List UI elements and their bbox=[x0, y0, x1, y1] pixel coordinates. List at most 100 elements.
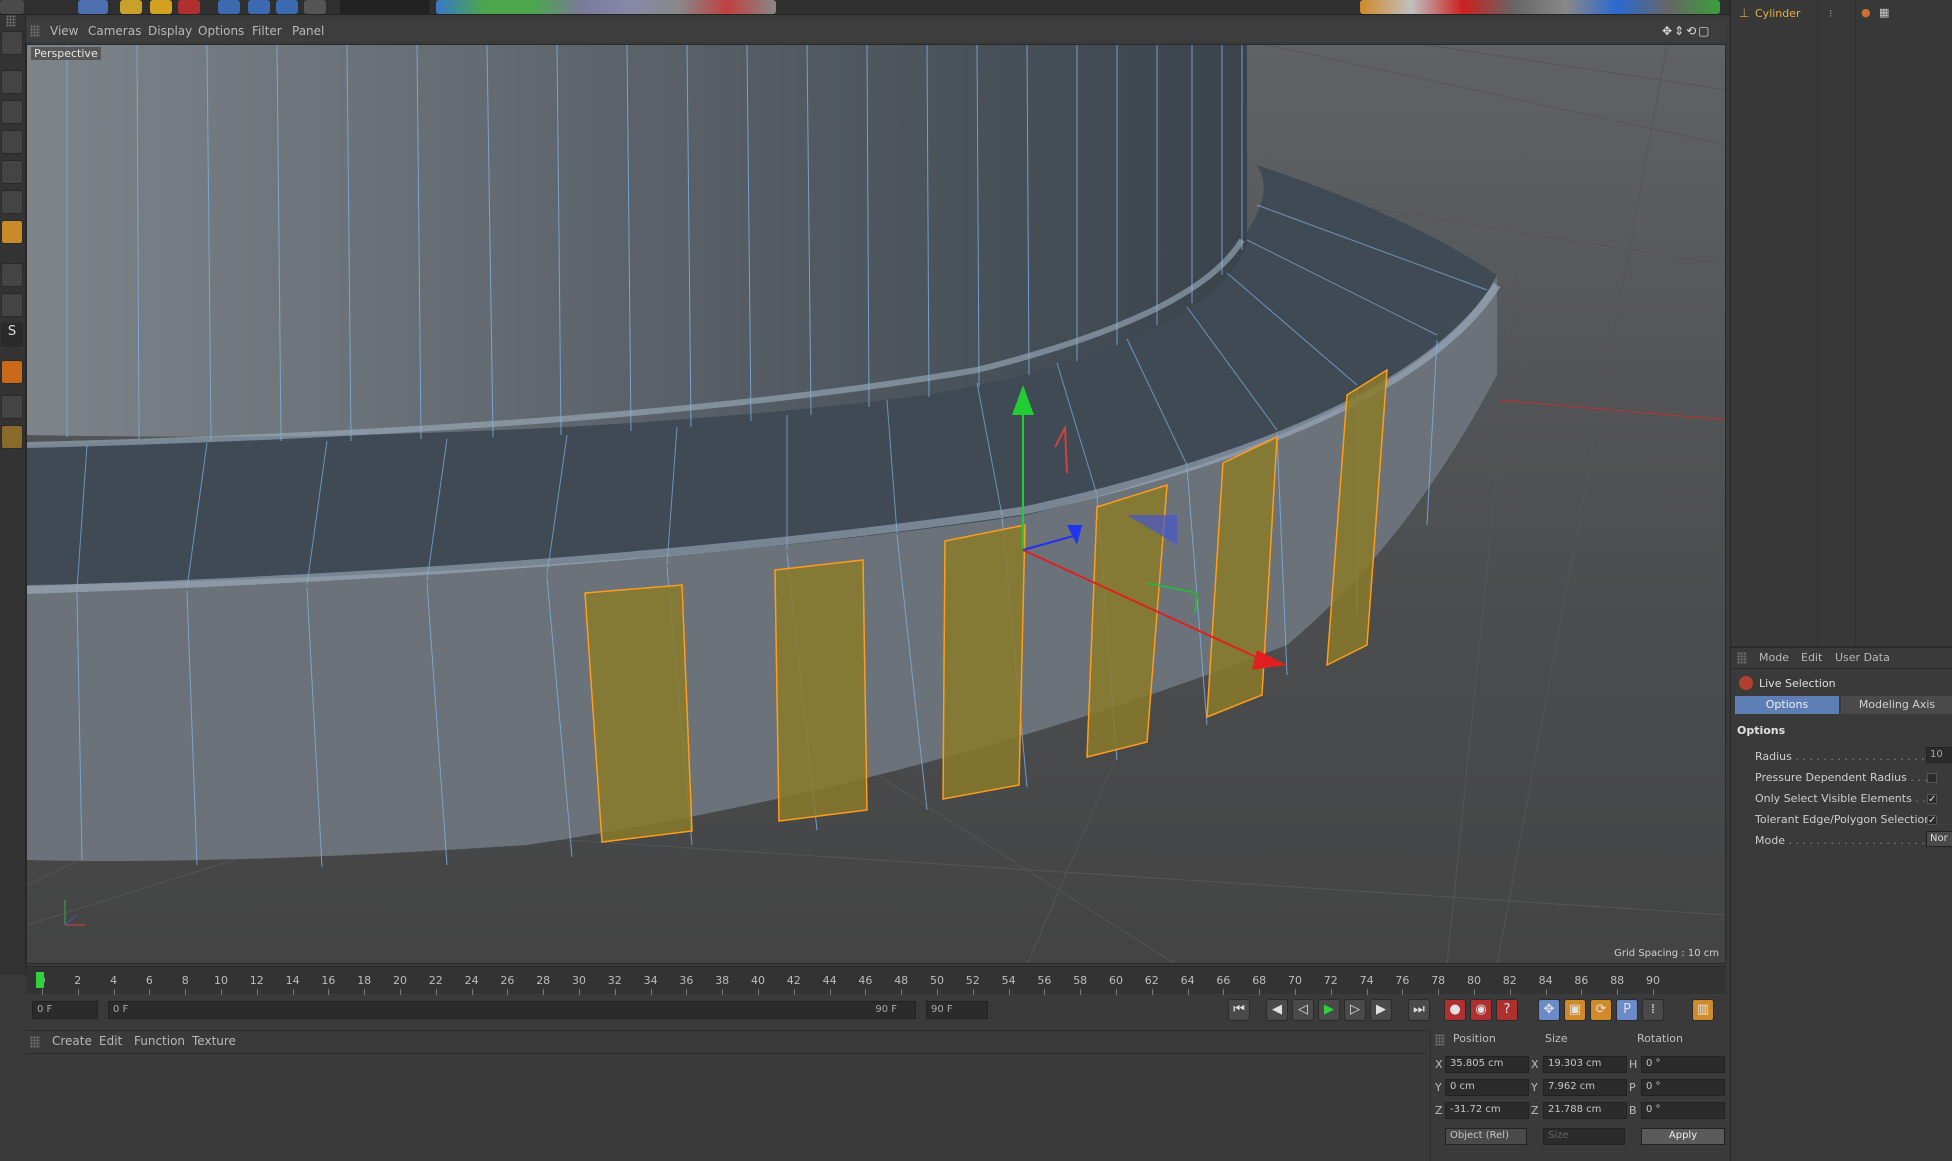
position-y-field[interactable]: 0 cm bbox=[1445, 1079, 1529, 1096]
key-scale-button[interactable]: ▣ bbox=[1564, 999, 1586, 1021]
timeline-tick bbox=[937, 989, 938, 995]
size-mode-select[interactable]: Size bbox=[1543, 1128, 1625, 1145]
menu-view[interactable]: View bbox=[50, 24, 78, 38]
record-button[interactable]: ● bbox=[1444, 999, 1466, 1021]
tab-modeling-axis[interactable]: Modeling Axis bbox=[1841, 696, 1952, 714]
viewport[interactable]: Perspective Grid Spacing : 10 cm bbox=[26, 44, 1726, 964]
edges-mode-icon[interactable] bbox=[1, 190, 23, 214]
next-key-button[interactable]: ▶ bbox=[1370, 999, 1392, 1021]
x-axis-handle[interactable] bbox=[1252, 650, 1287, 670]
autokey-button[interactable]: ◉ bbox=[1470, 999, 1492, 1021]
texture-mode-icon[interactable] bbox=[1, 100, 23, 124]
menu-create[interactable]: Create bbox=[52, 1034, 92, 1048]
size-y-field[interactable]: 7.962 cm bbox=[1543, 1079, 1627, 1096]
current-frame-field[interactable]: 0 F bbox=[32, 1001, 98, 1019]
tolerant-selection-checkbox[interactable]: ✓ bbox=[1927, 815, 1937, 826]
mode-toolbar-icons[interactable] bbox=[1360, 0, 1720, 14]
rotate-tool-icon[interactable] bbox=[150, 0, 172, 14]
visible-elements-checkbox[interactable]: ✓ bbox=[1927, 794, 1937, 805]
menu-edit-attr[interactable]: Edit bbox=[1801, 651, 1822, 664]
timeline-tick bbox=[1223, 989, 1225, 995]
viewport-nav-icons[interactable]: ✥⇕⟲▢ bbox=[1662, 24, 1712, 38]
magnet-icon[interactable] bbox=[1, 360, 23, 384]
goto-start-button[interactable]: ⏮ bbox=[1228, 999, 1250, 1021]
timeline-tick-label: 42 bbox=[786, 974, 801, 987]
menu-options[interactable]: Options bbox=[198, 24, 244, 38]
menu-user-data[interactable]: User Data bbox=[1835, 651, 1890, 664]
y-axis-lock-icon[interactable] bbox=[248, 0, 270, 14]
planar-workplane-icon[interactable] bbox=[1, 425, 23, 449]
prev-frame-button[interactable]: ◁ bbox=[1292, 999, 1314, 1021]
prev-key-button[interactable]: ◀ bbox=[1266, 999, 1288, 1021]
undo-icon[interactable] bbox=[0, 0, 24, 14]
x-axis-lock-icon[interactable] bbox=[218, 0, 240, 14]
material-tag-icon[interactable]: ▦ bbox=[1879, 6, 1889, 19]
menu-filter[interactable]: Filter bbox=[252, 24, 282, 38]
keyframe-selection-button[interactable]: ? bbox=[1496, 999, 1518, 1021]
rotation-h-field[interactable]: 0 ° bbox=[1641, 1056, 1725, 1073]
timeline-tick-label: 2 bbox=[74, 974, 82, 987]
rotation-header: Rotation bbox=[1637, 1032, 1684, 1045]
size-z-field[interactable]: 21.788 cm bbox=[1543, 1102, 1627, 1119]
phong-tag-icon[interactable]: ● bbox=[1861, 6, 1871, 19]
render-buttons-icon[interactable] bbox=[340, 0, 430, 14]
size-x-field[interactable]: 19.303 cm bbox=[1543, 1056, 1627, 1073]
make-editable-icon[interactable] bbox=[1, 31, 23, 55]
position-header: Position bbox=[1453, 1032, 1496, 1045]
position-x-field[interactable]: 35.805 cm bbox=[1445, 1056, 1529, 1073]
z-axis-lock-icon[interactable] bbox=[276, 0, 298, 14]
pressure-radius-checkbox[interactable] bbox=[1927, 773, 1937, 783]
radius-field[interactable]: 10 bbox=[1926, 747, 1952, 763]
key-position-button[interactable]: ✥ bbox=[1538, 999, 1560, 1021]
apply-button[interactable]: Apply bbox=[1641, 1128, 1725, 1145]
range-end-label: 90 F bbox=[875, 1004, 897, 1015]
menu-cameras[interactable]: Cameras bbox=[88, 24, 141, 38]
polygons-mode-icon[interactable] bbox=[1, 220, 23, 244]
key-rotation-button[interactable]: ⟳ bbox=[1590, 999, 1612, 1021]
timeline-ruler[interactable]: 0246810121416182022242628303234363840424… bbox=[26, 966, 1726, 995]
timeline-window-button[interactable]: ▥ bbox=[1692, 999, 1714, 1021]
menu-panel[interactable]: Panel bbox=[292, 24, 324, 38]
timeline-tick bbox=[77, 989, 79, 995]
model-mode-icon[interactable] bbox=[1, 70, 23, 94]
timeline-tick-label: 70 bbox=[1288, 974, 1302, 987]
tweak-mode-icon[interactable] bbox=[1, 293, 23, 317]
preview-range-slider[interactable]: 0 F 90 F bbox=[108, 1001, 916, 1019]
play-button[interactable]: ▶ bbox=[1318, 999, 1340, 1021]
object-create-icons[interactable] bbox=[436, 0, 776, 14]
mode-select[interactable]: Nor bbox=[1926, 831, 1952, 847]
timeline-tick bbox=[113, 989, 115, 995]
camera-label[interactable]: Perspective bbox=[31, 47, 101, 60]
workplane-icon[interactable] bbox=[1, 130, 23, 154]
menu-mode[interactable]: Mode bbox=[1759, 651, 1789, 664]
axis-mode-icon[interactable] bbox=[1, 263, 23, 287]
tab-options[interactable]: Options bbox=[1735, 696, 1839, 714]
menu-display[interactable]: Display bbox=[148, 24, 192, 38]
key-param-button[interactable]: P bbox=[1616, 999, 1638, 1021]
position-z-field[interactable]: -31.72 cm bbox=[1445, 1102, 1529, 1119]
timeline-tick bbox=[471, 989, 473, 995]
visibility-dots-icon[interactable]: ⁝ bbox=[1829, 7, 1833, 20]
timeline-tick-label: 86 bbox=[1574, 974, 1589, 987]
rotation-b-field[interactable]: 0 ° bbox=[1641, 1102, 1725, 1119]
snap-icon[interactable]: S bbox=[1, 323, 23, 347]
menu-function[interactable]: Function bbox=[134, 1034, 185, 1048]
locked-workplane-icon[interactable] bbox=[1, 395, 23, 419]
coord-mode-select[interactable]: Object (Rel) bbox=[1445, 1128, 1527, 1145]
attribute-grip bbox=[1737, 652, 1747, 664]
menu-edit[interactable]: Edit bbox=[99, 1034, 122, 1048]
recent-tool-icon[interactable] bbox=[178, 0, 200, 14]
timeline-playhead[interactable] bbox=[36, 972, 44, 988]
goto-end-button[interactable]: ⏭ bbox=[1408, 999, 1430, 1021]
key-pla-button[interactable]: ⁞ bbox=[1642, 999, 1664, 1021]
menu-texture[interactable]: Texture bbox=[192, 1034, 236, 1048]
timeline-tick bbox=[972, 989, 974, 995]
scale-tool-icon[interactable] bbox=[120, 0, 142, 14]
points-mode-icon[interactable] bbox=[1, 160, 23, 184]
coordinate-system-icon[interactable] bbox=[304, 0, 326, 14]
move-tool-icon[interactable] bbox=[78, 0, 108, 14]
next-frame-button[interactable]: ▷ bbox=[1344, 999, 1366, 1021]
rotation-p-field[interactable]: 0 ° bbox=[1641, 1079, 1725, 1096]
object-name[interactable]: Cylinder bbox=[1755, 7, 1801, 20]
end-frame-field[interactable]: 90 F bbox=[926, 1001, 988, 1019]
